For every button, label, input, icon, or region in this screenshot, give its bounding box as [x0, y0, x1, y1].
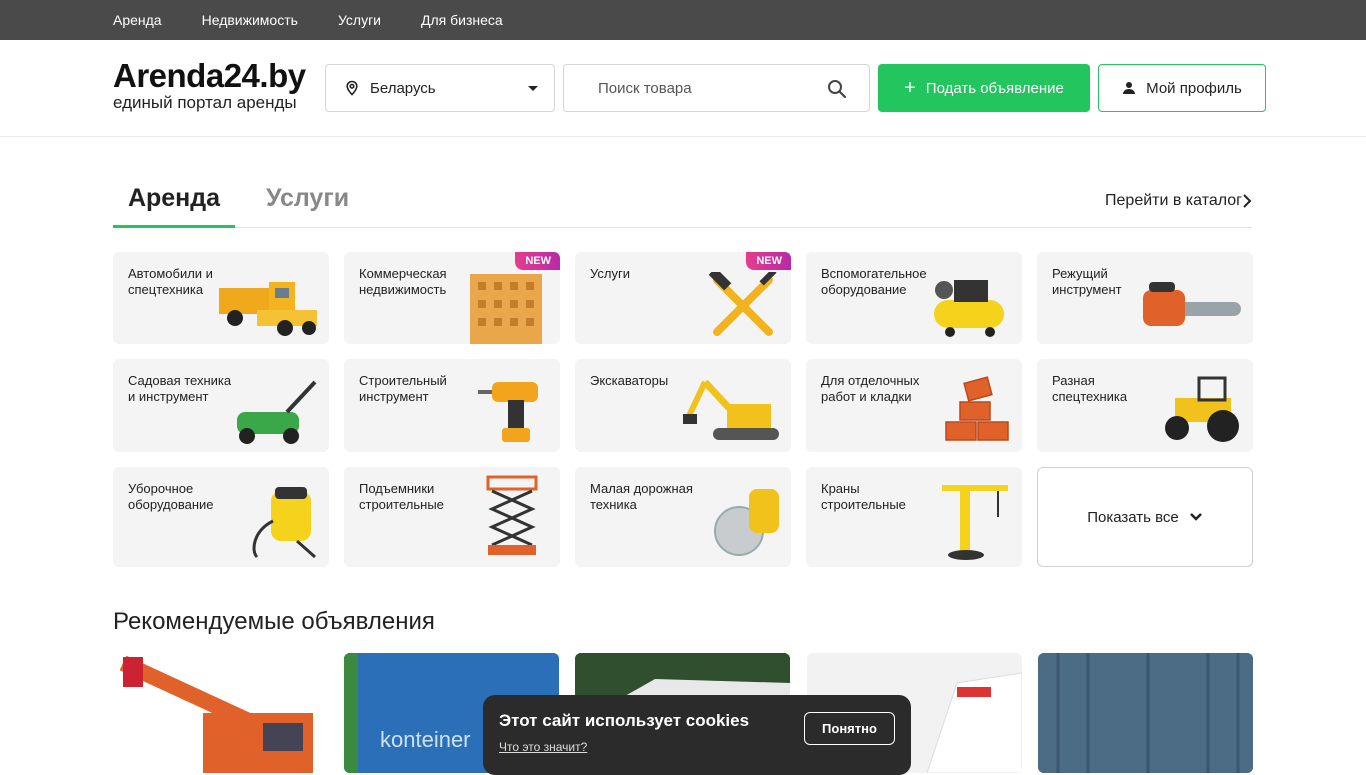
- region-select[interactable]: Беларусь: [325, 64, 555, 112]
- top-navigation: Аренда Недвижимость Услуги Для бизнеса: [0, 0, 1366, 40]
- cookie-info-link[interactable]: Что это значит?: [499, 740, 587, 754]
- category-card[interactable]: Услуги NEW: [575, 252, 791, 344]
- category-card[interactable]: Вспомогательное оборудование: [806, 252, 1022, 344]
- catalog-link[interactable]: Перейти в каталог: [1105, 192, 1252, 210]
- profile-button[interactable]: Мой профиль: [1098, 64, 1266, 112]
- post-ad-button[interactable]: + Подать объявление: [878, 64, 1090, 112]
- listing-card[interactable]: [1038, 653, 1253, 773]
- category-card[interactable]: Для отделочных работ и кладки: [806, 359, 1022, 452]
- category-label: Вспомогательное оборудование: [821, 266, 927, 297]
- crane-truck-image: [113, 653, 328, 773]
- cookie-title: Этот сайт использует cookies: [499, 711, 750, 730]
- bricks-icon: [945, 376, 1009, 441]
- plus-icon: +: [904, 77, 916, 99]
- category-card[interactable]: Экскаваторы: [575, 359, 791, 452]
- category-label: Уборочное оборудование: [128, 481, 214, 512]
- cookie-accept-button[interactable]: Понятно: [804, 712, 895, 745]
- recommended-title: Рекомендуемые объявления: [113, 608, 435, 635]
- tractor-icon: [1165, 376, 1239, 442]
- cookie-banner: Этот сайт использует cookies Что это зна…: [483, 695, 911, 775]
- category-card[interactable]: Малая дорожная техника: [575, 467, 791, 567]
- logo-title: Arenda24.by: [113, 57, 306, 94]
- topnav-services[interactable]: Услуги: [338, 12, 381, 28]
- shipping-container-image: [1038, 653, 1253, 773]
- header: Arenda24.by единый портал аренды Беларус…: [0, 40, 1366, 137]
- concrete-saw-icon: [714, 489, 779, 556]
- topnav-business[interactable]: Для бизнеса: [421, 12, 503, 28]
- lawn-mower-icon: [237, 380, 317, 444]
- compressor-icon: [934, 280, 1004, 337]
- category-label: Садовая техника и инструмент: [128, 373, 232, 404]
- new-badge: NEW: [746, 252, 791, 270]
- building-icon: [470, 274, 542, 344]
- vacuum-cleaner-icon: [252, 487, 316, 559]
- chevron-down-icon: [1189, 513, 1202, 521]
- topnav-rent[interactable]: Аренда: [113, 12, 162, 28]
- category-label: Для отделочных работ и кладки: [821, 373, 920, 404]
- region-value: Беларусь: [370, 79, 436, 97]
- category-card[interactable]: Краны строительные: [806, 467, 1022, 567]
- tower-crane-icon: [942, 485, 1008, 560]
- category-label: Краны строительные: [821, 481, 906, 512]
- scissor-lift-icon: [486, 475, 538, 555]
- category-card[interactable]: Подъемники строительные: [344, 467, 560, 567]
- category-card[interactable]: Разная спецтехника: [1037, 359, 1253, 452]
- chevron-down-icon: [528, 86, 538, 91]
- dump-truck-icon: [219, 282, 317, 336]
- show-all-label: Показать все: [1087, 508, 1179, 526]
- user-icon: [1123, 82, 1136, 94]
- post-ad-label: Подать объявление: [925, 79, 1064, 97]
- category-card[interactable]: Уборочное оборудование: [113, 467, 329, 567]
- topnav-realty[interactable]: Недвижимость: [202, 12, 298, 28]
- category-tabs: Аренда Услуги Перейти в каталог: [113, 176, 1252, 228]
- category-card[interactable]: Коммерческая недвижимость NEW: [344, 252, 560, 344]
- category-label: Коммерческая недвижимость: [359, 266, 447, 297]
- excavator-icon: [683, 379, 779, 440]
- search-box: [563, 64, 870, 112]
- search-input[interactable]: [598, 65, 828, 111]
- profile-label: Мой профиль: [1146, 79, 1242, 97]
- logo[interactable]: Arenda24.by единый портал аренды: [113, 58, 306, 112]
- tools-icon: [708, 272, 777, 336]
- category-card[interactable]: Строительный инструмент: [344, 359, 560, 452]
- map-pin-icon: [346, 80, 358, 96]
- chainsaw-icon: [1143, 282, 1241, 326]
- listing-card[interactable]: [113, 653, 328, 773]
- category-label: Разная спецтехника: [1052, 373, 1128, 404]
- category-label: Услуги: [590, 266, 630, 281]
- category-card[interactable]: Садовая техника и инструмент: [113, 359, 329, 452]
- listing-text: konteiner: [380, 727, 471, 752]
- drill-icon: [478, 382, 538, 442]
- tab-services[interactable]: Услуги: [266, 184, 349, 228]
- category-card[interactable]: Автомобили и спецтехника: [113, 252, 329, 344]
- category-label: Строительный инструмент: [359, 373, 447, 404]
- search-icon[interactable]: [827, 79, 847, 99]
- chevron-right-icon: [1243, 194, 1252, 208]
- show-all-button[interactable]: Показать все: [1037, 467, 1253, 567]
- tab-rent[interactable]: Аренда: [113, 184, 235, 228]
- logo-subtitle: единый портал аренды: [113, 93, 297, 112]
- category-card[interactable]: Режущий инструмент: [1037, 252, 1253, 344]
- catalog-link-label: Перейти в каталог: [1105, 192, 1242, 209]
- category-label: Малая дорожная техника: [590, 481, 693, 512]
- category-label: Подъемники строительные: [359, 481, 444, 512]
